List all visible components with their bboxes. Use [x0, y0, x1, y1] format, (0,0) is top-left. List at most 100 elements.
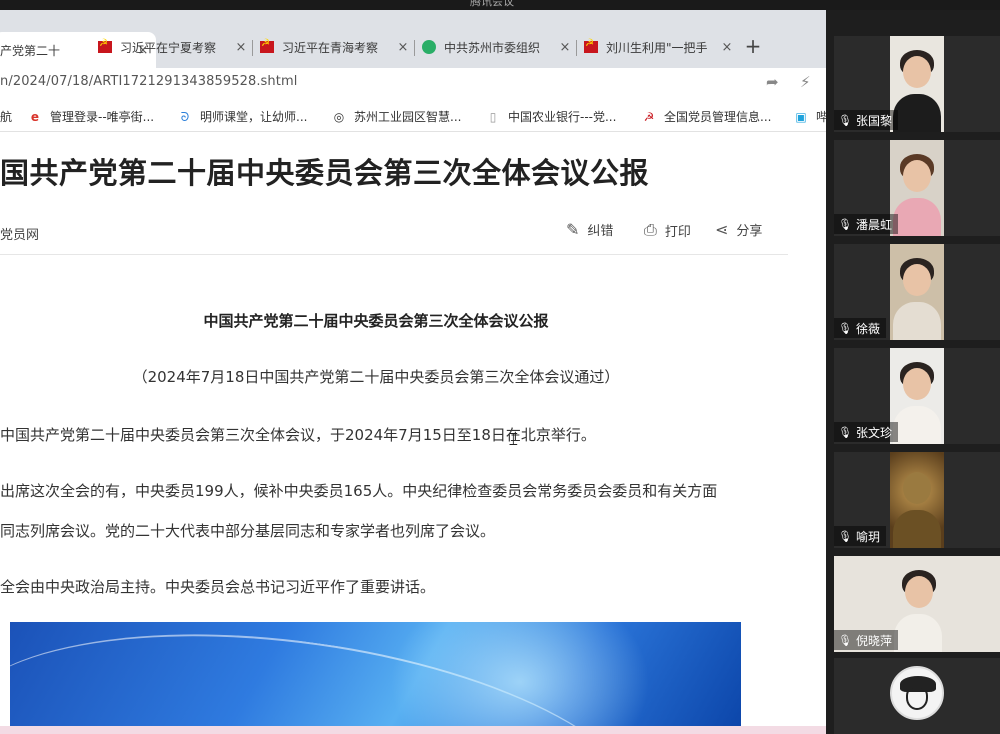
participant-name: 潘晨虹	[855, 217, 892, 232]
body-shape	[893, 94, 941, 132]
participant-video	[890, 140, 944, 236]
body-shape	[893, 406, 941, 444]
tab-liuchuansheng[interactable]: 刘川生利用"一把手 ×	[578, 32, 740, 62]
face-shape	[905, 576, 933, 608]
article-subtitle: （2024年7月18日中国共产党第二十届中央委员会第三次全体会议通过）	[132, 368, 620, 386]
participant-tile[interactable]: 🎙 潘晨虹	[834, 140, 1000, 236]
article-paragraph: 出席这次全会的有，中央委员199人，候补中央委员165人。中央纪律检查委员会常务…	[0, 482, 718, 500]
new-tab-button[interactable]: +	[743, 32, 763, 62]
article-page: 国共产党第二十届中央委员会第三次全体会议公报 党员网 ✎ 纠错 ⎙ 打印 ⋖ 分…	[0, 132, 826, 734]
article-paragraph: 同志列席会议。党的二十大代表中部分基层同志和专家学者也列席了会议。	[0, 522, 496, 540]
participant-tile[interactable]	[834, 658, 1000, 734]
ie-icon: e	[30, 109, 40, 124]
participant-name-tag: 🎙 徐薇	[834, 318, 886, 338]
url-field[interactable]: n/2024/07/18/ARTI1721291343859528.shtml	[0, 74, 297, 89]
participant-tile[interactable]: 🎙 喻玥	[834, 452, 1000, 548]
bookmark-label: 苏州工业园区智慧...	[354, 110, 462, 124]
share-arrow-icon[interactable]: ➦	[766, 73, 779, 91]
face-shape	[903, 264, 931, 296]
article-paragraph: 全会由中央政治局主持。中央委员会总书记习近平作了重要讲话。	[0, 578, 436, 596]
tab-ningxia[interactable]: 习近平在宁夏考察 ×	[92, 32, 254, 62]
tab-label: 中共苏州市委组织	[444, 40, 541, 55]
body-shape	[893, 302, 941, 340]
party-emblem-icon	[98, 38, 112, 53]
bookmark-item[interactable]: ☭ 全国党员管理信息...	[642, 108, 772, 125]
microphone-icon: 🎙	[838, 321, 852, 335]
print-button[interactable]: ⎙ 打印	[644, 220, 691, 240]
tab-label: 刘川生利用"一把手	[606, 40, 708, 55]
bookmark-label: 管理登录--唯亭街...	[50, 110, 155, 124]
participant-name-tag: 🎙 喻玥	[834, 526, 886, 546]
microphone-icon: 🎙	[838, 529, 852, 543]
tab-suzhou[interactable]: 中共苏州市委组织 ×	[416, 32, 578, 62]
header-divider	[0, 254, 788, 255]
article-source[interactable]: 党员网	[0, 224, 39, 243]
microphone-icon: 🎙	[838, 633, 852, 647]
close-icon[interactable]: ×	[396, 40, 410, 55]
taskbar-strip	[0, 726, 826, 734]
bookmark-item[interactable]: ▯ 中国农业银行---党...	[486, 108, 617, 125]
bookmark-item[interactable]: 航	[0, 108, 12, 125]
tab-label: 习近平在宁夏考察	[120, 40, 217, 55]
tab-qinghai[interactable]: 习近平在青海考察 ×	[254, 32, 416, 62]
microphone-icon: 🎙	[838, 425, 852, 439]
meeting-title-bar: 腾讯会议	[0, 0, 1000, 10]
share-icon: ⋖	[715, 220, 729, 239]
tab-bar: 产党第二十 × 习近平在宁夏考察 × 习近平在青海考察 × 中共苏州市委组织 ×…	[0, 10, 826, 68]
share-label: 分享	[736, 224, 763, 239]
face-shape	[903, 160, 931, 192]
avatar	[890, 666, 944, 720]
participant-name-tag: 🎙 倪晓萍	[834, 630, 898, 650]
participant-name: 徐薇	[855, 321, 880, 336]
page-headline: 国共产党第二十届中央委员会第三次全体会议公报	[0, 156, 650, 190]
close-icon[interactable]: ×	[234, 40, 248, 55]
bookmark-item[interactable]: e 管理登录--唯亭街...	[28, 108, 154, 125]
shared-browser-window: 产党第二十 × 习近平在宁夏考察 × 习近平在青海考察 × 中共苏州市委组织 ×…	[0, 10, 826, 734]
participant-name: 倪晓萍	[855, 633, 892, 648]
tab-separator	[414, 40, 415, 56]
participant-video	[890, 244, 944, 340]
edge-icon: ᘐ	[180, 109, 190, 124]
participant-tile[interactable]: 🎙 张文珍	[834, 348, 1000, 444]
participant-name-tag: 🎙 潘晨虹	[834, 214, 898, 234]
participant-name: 张国黎	[855, 113, 892, 128]
participant-video	[890, 36, 944, 132]
participant-sidebar: 🎙 张国黎 🎙 潘晨虹 🎙 徐薇 🎙 张文珍 🎙 喻玥 🎙 倪晓萍	[826, 10, 1000, 734]
bookmark-label: 中国农业银行---党...	[508, 110, 617, 124]
correct-button[interactable]: ✎ 纠错	[566, 220, 613, 239]
correct-label: 纠错	[587, 224, 614, 239]
participant-name-tag: 🎙 张文珍	[834, 422, 898, 442]
party-emblem-icon: ☭	[643, 109, 655, 124]
tab-separator	[576, 40, 577, 56]
bookmark-item[interactable]: ◎ 苏州工业园区智慧...	[332, 108, 462, 125]
body-shape	[894, 614, 942, 652]
article-title: 中国共产党第二十届中央委员会第三次全体会议公报	[203, 312, 549, 330]
printer-icon: ⎙	[644, 220, 657, 239]
bookmark-label: 全国党员管理信息...	[664, 110, 772, 124]
party-emblem-icon	[260, 38, 274, 53]
edit-icon: ✎	[566, 220, 580, 239]
meeting-window-title: 腾讯会议	[470, 0, 514, 8]
print-label: 打印	[664, 224, 691, 240]
participant-name: 喻玥	[855, 529, 880, 544]
bolt-icon[interactable]: ⚡	[800, 73, 811, 91]
bookmark-label: 明师课堂，让幼师...	[200, 110, 308, 124]
participant-tile[interactable]: 🎙 张国黎	[834, 36, 1000, 132]
participant-tile[interactable]: 🎙 倪晓萍	[834, 556, 1000, 652]
face-shape	[906, 686, 928, 710]
bookmarks-bar: 航 e 管理登录--唯亭街... ᘐ 明师课堂，让幼师... ◎ 苏州工业园区智…	[0, 102, 826, 132]
participant-name-tag: 🎙 张国黎	[834, 110, 898, 130]
microphone-icon: 🎙	[838, 113, 852, 127]
face-shape	[903, 368, 931, 400]
text-cursor-icon: 𝙸	[507, 429, 520, 450]
bookmark-item[interactable]: ▣ 哔	[794, 108, 826, 125]
face-shape	[903, 472, 931, 504]
share-button[interactable]: ⋖ 分享	[715, 220, 762, 239]
address-bar: n/2024/07/18/ARTI1721291343859528.shtml …	[0, 68, 826, 102]
bookmark-item[interactable]: ᘐ 明师课堂，让幼师...	[178, 108, 308, 125]
participant-tile[interactable]: 🎙 徐薇	[834, 244, 1000, 340]
circle-logo-icon: ◎	[333, 109, 345, 124]
body-shape	[893, 198, 941, 236]
close-icon[interactable]: ×	[558, 40, 572, 55]
close-icon[interactable]: ×	[720, 40, 734, 55]
